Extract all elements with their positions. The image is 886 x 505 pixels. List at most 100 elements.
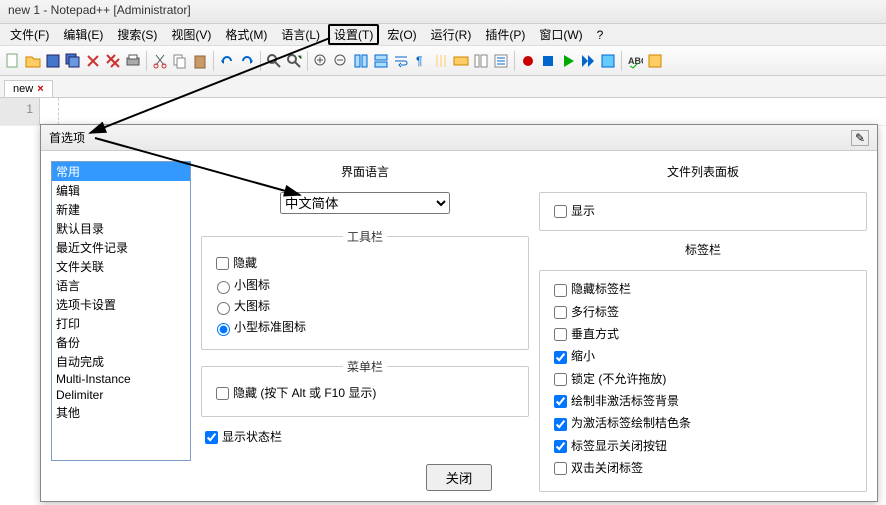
close-file-icon[interactable] (84, 52, 102, 70)
toolbar-group-legend: 工具栏 (343, 228, 387, 245)
redo-icon[interactable] (238, 52, 256, 70)
save-icon[interactable] (44, 52, 62, 70)
show-all-icon[interactable]: ¶ (412, 52, 430, 70)
spellcheck-icon[interactable]: ABC (626, 52, 644, 70)
sync-h-icon[interactable] (372, 52, 390, 70)
tabgroup-heading: 标签栏 (539, 241, 867, 258)
save-all-icon[interactable] (64, 52, 82, 70)
window-title: new 1 - Notepad++ [Administrator] (8, 3, 191, 17)
menu-language[interactable]: 语言(L) (275, 24, 326, 45)
toolbar-sep (621, 51, 622, 71)
menu-file[interactable]: 文件(F) (4, 24, 55, 45)
toolbar-hide-checkbox[interactable]: 隐藏 (212, 254, 518, 273)
tab-vertical-checkbox[interactable]: 垂直方式 (550, 325, 856, 344)
menu-run[interactable]: 运行(R) (425, 24, 478, 45)
menu-search[interactable]: 搜索(S) (111, 24, 163, 45)
record-icon[interactable] (519, 52, 537, 70)
zoom-in-icon[interactable] (312, 52, 330, 70)
close-icon[interactable]: × (37, 83, 43, 95)
new-file-icon[interactable] (4, 52, 22, 70)
menu-format[interactable]: 格式(M) (219, 24, 273, 45)
tab-multiline-checkbox[interactable]: 多行标签 (550, 303, 856, 322)
category-item[interactable]: 新建 (52, 200, 190, 219)
toolbar-standard-radio[interactable]: 小型标准图标 (212, 318, 518, 336)
statusbar-checkbox[interactable]: 显示状态栏 (201, 428, 529, 447)
stop-icon[interactable] (539, 52, 557, 70)
open-file-icon[interactable] (24, 52, 42, 70)
filelist-heading: 文件列表面板 (539, 163, 867, 180)
save-macro-icon[interactable] (599, 52, 617, 70)
ui-language-select[interactable]: 中文简体 (280, 192, 450, 214)
line-number: 1 (6, 102, 33, 116)
cut-icon[interactable] (151, 52, 169, 70)
window-titlebar: new 1 - Notepad++ [Administrator] (0, 0, 886, 24)
preferences-dialog: 首选项 ✎ 常用编辑新建默认目录最近文件记录文件关联语言选项卡设置打印备份自动完… (40, 124, 878, 502)
toolbar-sep (514, 51, 515, 71)
indent-guide-icon[interactable] (432, 52, 450, 70)
close-button[interactable]: 关闭 (426, 464, 493, 491)
tab-lock-checkbox[interactable]: 锁定 (不允许拖放) (550, 370, 856, 389)
menu-help[interactable]: ? (591, 26, 610, 44)
tab-shrink-checkbox[interactable]: 缩小 (550, 347, 856, 366)
category-list[interactable]: 常用编辑新建默认目录最近文件记录文件关联语言选项卡设置打印备份自动完成Multi… (51, 161, 191, 461)
category-item[interactable]: 自动完成 (52, 352, 190, 371)
doc-map-icon[interactable] (472, 52, 490, 70)
menubar: 文件(F) 编辑(E) 搜索(S) 视图(V) 格式(M) 语言(L) 设置(T… (0, 24, 886, 46)
lang-icon[interactable] (452, 52, 470, 70)
tab-hide-checkbox[interactable]: 隐藏标签栏 (550, 280, 856, 299)
paste-icon[interactable] (191, 52, 209, 70)
category-item[interactable]: 默认目录 (52, 219, 190, 238)
category-item[interactable]: 备份 (52, 333, 190, 352)
find-icon[interactable] (265, 52, 283, 70)
editor-area[interactable]: 1 (0, 98, 886, 126)
edge-line (58, 98, 59, 125)
func-list-icon[interactable] (492, 52, 510, 70)
play-multi-icon[interactable] (579, 52, 597, 70)
tab-orange-checkbox[interactable]: 为激活标签绘制桔色条 (550, 414, 856, 433)
category-item[interactable]: 打印 (52, 314, 190, 333)
dialog-title: 首选项 (49, 129, 85, 146)
wrap-icon[interactable] (392, 52, 410, 70)
tab-drawbg-checkbox[interactable]: 绘制非激活标签背景 (550, 392, 856, 411)
print-icon[interactable] (124, 52, 142, 70)
toolbar-sep (307, 51, 308, 71)
menu-plugins[interactable]: 插件(P) (479, 24, 531, 45)
category-item[interactable]: 编辑 (52, 181, 190, 200)
file-tab-label: new (13, 83, 33, 95)
category-item[interactable]: 最近文件记录 (52, 238, 190, 257)
menu-edit[interactable]: 编辑(E) (57, 24, 109, 45)
menu-settings[interactable]: 设置(T) (328, 24, 379, 45)
toolbar-sep (213, 51, 214, 71)
filelist-group: 显示 (539, 192, 867, 231)
pin-icon[interactable]: ✎ (851, 130, 869, 146)
sync-v-icon[interactable] (352, 52, 370, 70)
category-item[interactable]: 其他 (52, 403, 190, 422)
tab-showclose-checkbox[interactable]: 标签显示关闭按钮 (550, 437, 856, 456)
toolbar-small-radio[interactable]: 小图标 (212, 276, 518, 294)
zoom-out-icon[interactable] (332, 52, 350, 70)
menu-window[interactable]: 窗口(W) (533, 24, 588, 45)
menubar-group-legend: 菜单栏 (343, 358, 387, 375)
category-item[interactable]: 文件关联 (52, 257, 190, 276)
category-item[interactable]: Delimiter (52, 387, 190, 403)
category-item[interactable]: Multi-Instance (52, 371, 190, 387)
toolbar-big-radio[interactable]: 大图标 (212, 297, 518, 315)
menu-macro[interactable]: 宏(O) (381, 24, 422, 45)
replace-icon[interactable] (285, 52, 303, 70)
menu-view[interactable]: 视图(V) (165, 24, 217, 45)
spellcheck-next-icon[interactable] (646, 52, 664, 70)
toolbar-group: 工具栏 隐藏 小图标 大图标 小型标准图标 (201, 228, 529, 350)
file-tab[interactable]: new × (4, 80, 53, 97)
category-item[interactable]: 常用 (52, 162, 190, 181)
menubar-hide-checkbox[interactable]: 隐藏 (按下 Alt 或 F10 显示) (212, 384, 518, 403)
undo-icon[interactable] (218, 52, 236, 70)
copy-icon[interactable] (171, 52, 189, 70)
file-tabbar: new × (0, 76, 886, 98)
filelist-show-checkbox[interactable]: 显示 (550, 202, 856, 221)
close-all-icon[interactable] (104, 52, 122, 70)
svg-text:¶: ¶ (416, 54, 422, 68)
play-icon[interactable] (559, 52, 577, 70)
category-item[interactable]: 选项卡设置 (52, 295, 190, 314)
category-item[interactable]: 语言 (52, 276, 190, 295)
tabgroup: 隐藏标签栏 多行标签 垂直方式 缩小 锁定 (不允许拖放) 绘制非激活标签背景 … (539, 270, 867, 492)
